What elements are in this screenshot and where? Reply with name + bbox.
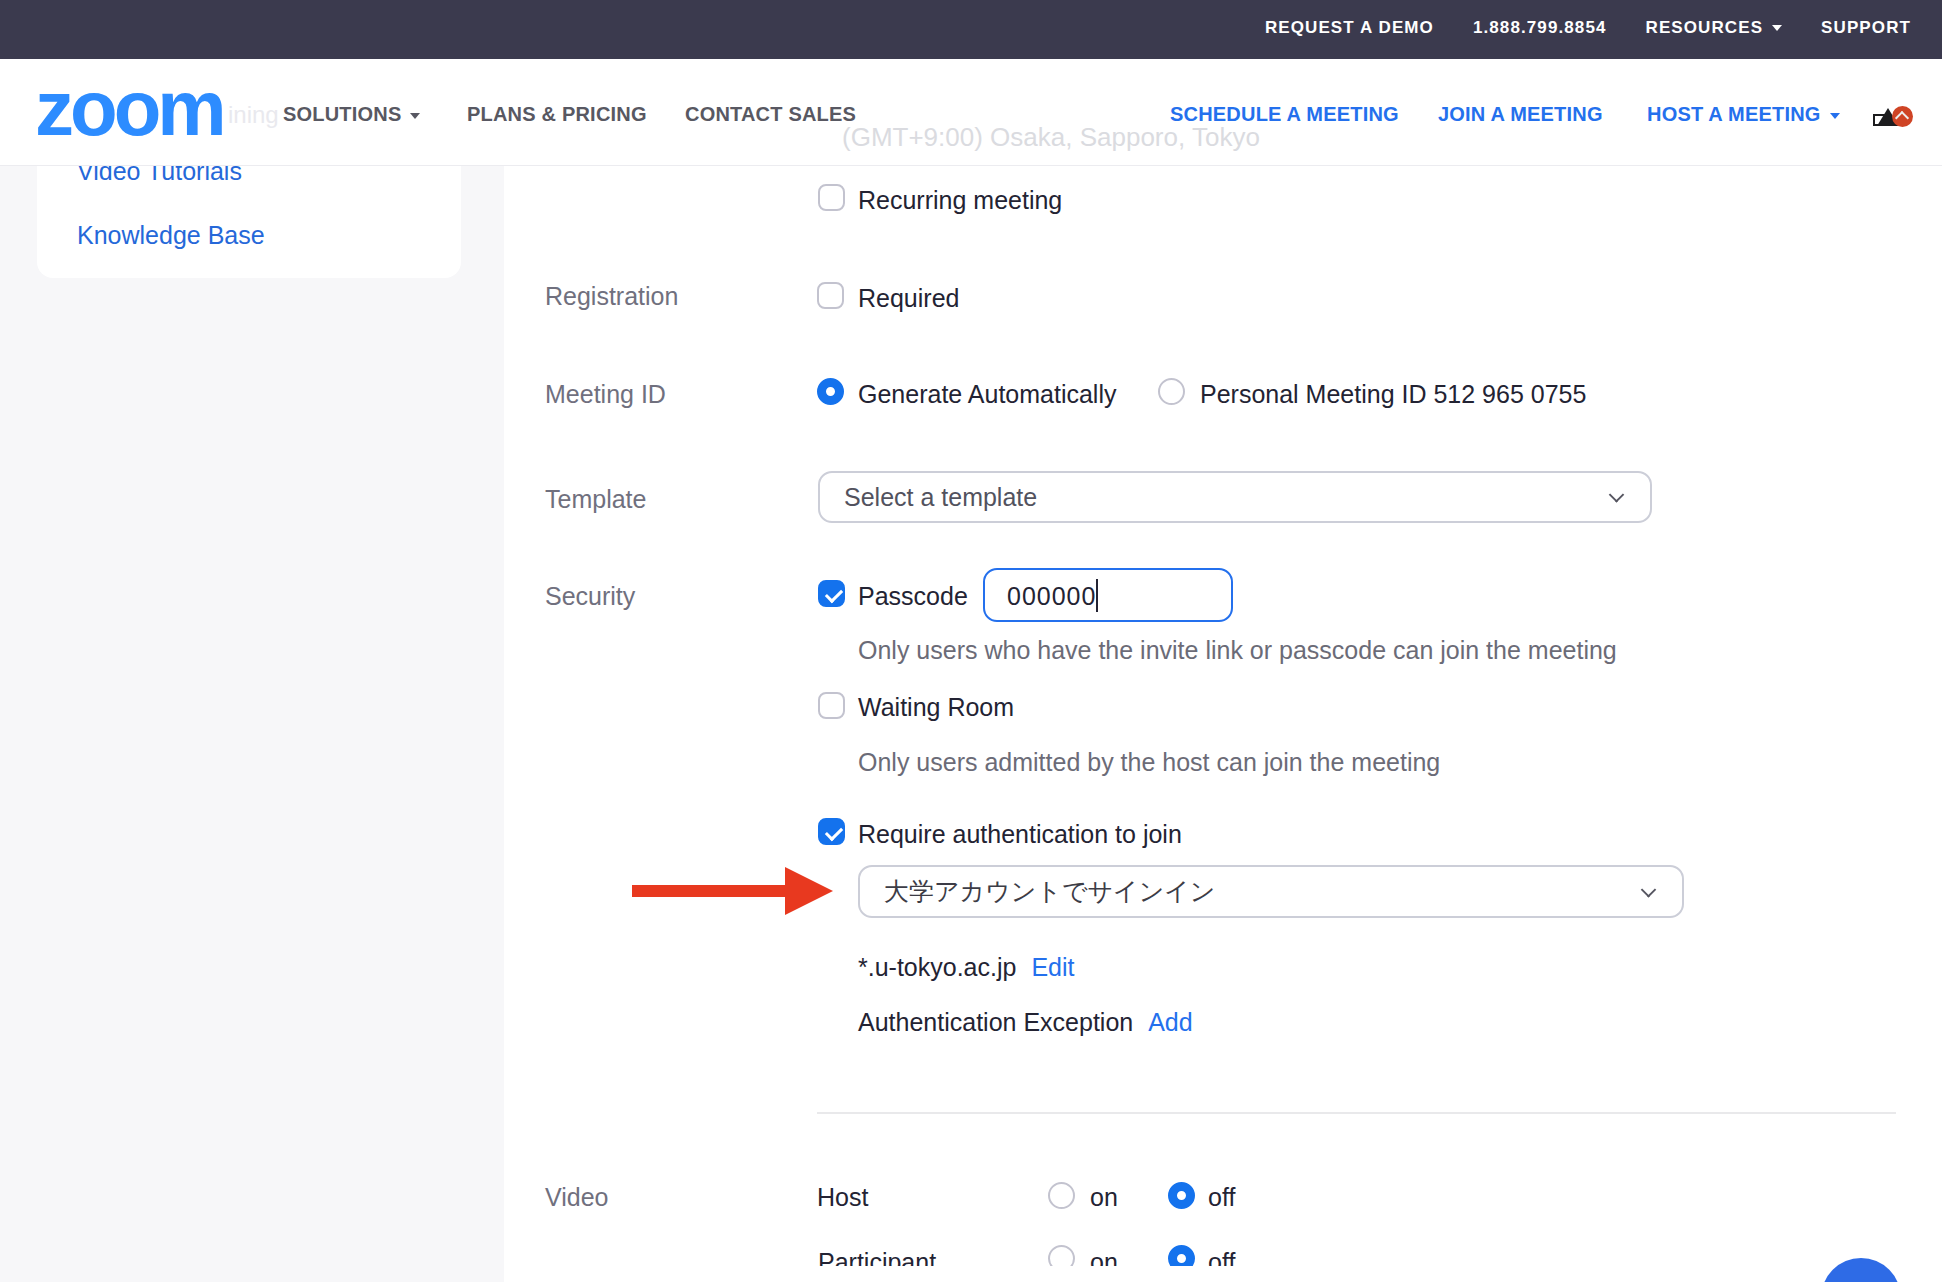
add-exception-link[interactable]: Add	[1148, 1008, 1192, 1036]
host-video-on-radio[interactable]	[1048, 1182, 1075, 1209]
support-link[interactable]: SUPPORT	[1821, 18, 1911, 38]
nav-contact-sales[interactable]: CONTACT SALES	[685, 103, 856, 126]
generate-automatically-radio[interactable]	[817, 378, 844, 405]
request-demo-link[interactable]: REQUEST A DEMO	[1265, 18, 1434, 38]
caret-down-icon	[1830, 113, 1840, 119]
require-auth-checkbox[interactable]	[818, 818, 845, 845]
passcode-help-text: Only users who have the invite link or p…	[858, 636, 1617, 665]
passcode-input[interactable]: 000000	[983, 568, 1233, 622]
registration-required-label: Required	[858, 284, 959, 313]
template-select-value: Select a template	[844, 483, 1037, 512]
meeting-id-label: Meeting ID	[545, 380, 666, 409]
avatar-sun	[1892, 106, 1913, 127]
auth-method-value: 大学アカウントでサインイン	[884, 875, 1215, 908]
participant-video-on-label: on	[1090, 1248, 1118, 1266]
phone-number[interactable]: 1.888.799.8854	[1473, 18, 1607, 38]
passcode-value: 000000	[1007, 579, 1098, 612]
avatar[interactable]	[1873, 106, 1913, 126]
sidebar-background	[0, 166, 504, 1282]
help-chat-button[interactable]	[1821, 1258, 1901, 1282]
caret-down-icon	[1772, 25, 1782, 31]
registration-label: Registration	[545, 282, 678, 311]
participant-video-off-radio[interactable]	[1168, 1245, 1195, 1266]
annotation-arrow	[632, 885, 787, 897]
passcode-checkbox[interactable]	[818, 580, 845, 607]
registration-required-checkbox[interactable]	[817, 282, 844, 309]
nav-schedule-meeting[interactable]: SCHEDULE A MEETING	[1170, 103, 1399, 126]
require-auth-label: Require authentication to join	[858, 820, 1182, 849]
template-label: Template	[545, 485, 646, 514]
personal-meeting-id-radio[interactable]	[1158, 378, 1185, 405]
main-navbar: ining (GMT+9:00) Osaka, Sapporo, Tokyo z…	[0, 59, 1942, 166]
auth-method-select[interactable]: 大学アカウントでサインイン	[858, 865, 1684, 918]
participant-video-off-label: off	[1208, 1248, 1235, 1266]
template-select[interactable]: Select a template	[818, 471, 1652, 523]
host-video-on-label: on	[1090, 1183, 1118, 1212]
zoom-logo[interactable]: zoom	[35, 63, 223, 154]
recurring-meeting-checkbox[interactable]	[818, 184, 845, 211]
video-label: Video	[545, 1183, 609, 1212]
participant-video-on-radio[interactable]	[1048, 1245, 1075, 1266]
video-host-label: Host	[817, 1183, 868, 1212]
auth-exception-row: Authentication Exception Add	[858, 1008, 1193, 1037]
topbar: REQUEST A DEMO 1.888.799.8854 RESOURCES …	[0, 0, 1942, 59]
nav-plans-pricing[interactable]: PLANS & PRICING	[467, 103, 647, 126]
chevron-down-icon	[1641, 882, 1657, 898]
participant-video-row: Participant on off	[810, 1240, 1330, 1266]
recurring-meeting-label: Recurring meeting	[858, 186, 1062, 215]
auth-domains-row: *.u-tokyo.ac.jp Edit	[858, 953, 1074, 982]
nav-join-meeting[interactable]: JOIN A MEETING	[1438, 103, 1603, 126]
host-video-off-label: off	[1208, 1183, 1235, 1212]
resources-menu[interactable]: RESOURCES	[1646, 18, 1783, 38]
auth-exception-label: Authentication Exception	[858, 1008, 1133, 1036]
waiting-room-help-text: Only users admitted by the host can join…	[858, 748, 1440, 777]
caret-down-icon	[410, 113, 420, 119]
edit-domains-link[interactable]: Edit	[1031, 953, 1074, 981]
nav-solutions[interactable]: SOLUTIONS	[283, 103, 420, 126]
security-label: Security	[545, 582, 635, 611]
host-video-off-radio[interactable]	[1168, 1182, 1195, 1209]
annotation-arrow-head	[785, 867, 833, 915]
chevron-down-icon	[1609, 487, 1625, 503]
video-participant-label: Participant	[818, 1248, 936, 1266]
text-cursor	[1096, 579, 1098, 612]
personal-meeting-id-label: Personal Meeting ID 512 965 0755	[1200, 380, 1586, 409]
waiting-room-label: Waiting Room	[858, 693, 1014, 722]
section-divider	[817, 1112, 1896, 1114]
auth-domains-value: *.u-tokyo.ac.jp	[858, 953, 1016, 981]
sidebar-item-knowledge-base[interactable]: Knowledge Base	[77, 221, 265, 250]
passcode-label: Passcode	[858, 582, 968, 611]
ghost-text-timezone: (GMT+9:00) Osaka, Sapporo, Tokyo	[842, 122, 1260, 153]
generate-automatically-label: Generate Automatically	[858, 380, 1116, 409]
nav-host-meeting[interactable]: HOST A MEETING	[1647, 103, 1840, 126]
ghost-text-partial: ining	[228, 101, 279, 129]
waiting-room-checkbox[interactable]	[818, 692, 845, 719]
